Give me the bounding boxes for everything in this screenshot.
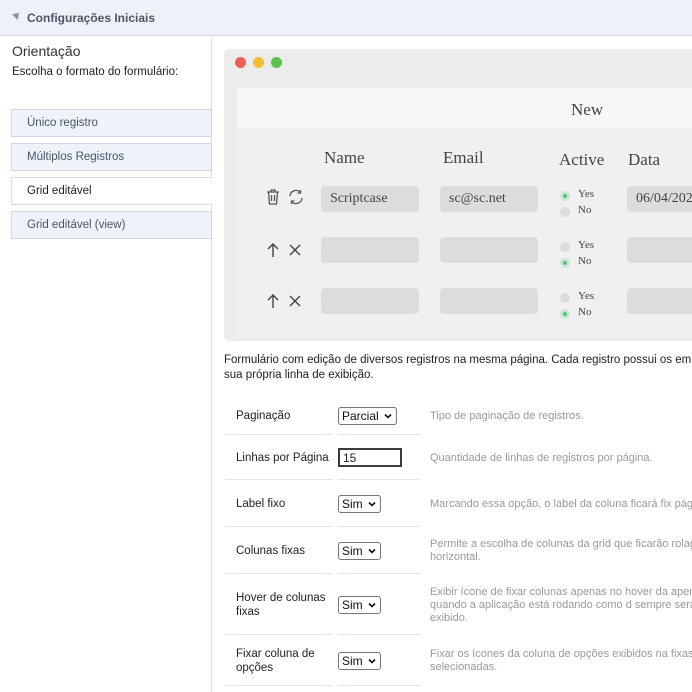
delete-x-icon[interactable] — [288, 294, 302, 308]
chevron-down-icon — [368, 658, 376, 664]
setting-row-label-fixo: Label fixo Sim Marcando essa opção, o la… — [225, 481, 692, 527]
orientation-heading: Orientação — [12, 43, 81, 59]
row3-email-field[interactable] — [440, 288, 538, 314]
option-unico-registro[interactable]: Único registro — [11, 109, 212, 137]
select-value: Sim — [342, 543, 363, 558]
paginacao-select[interactable]: Parcial — [338, 407, 397, 425]
row2-yes-radio[interactable] — [560, 242, 570, 252]
setting-label: Linhas por Página — [225, 436, 333, 480]
setting-control-cell: Sim — [338, 636, 420, 686]
col-header-name: Name — [324, 148, 365, 167]
col-header-data: Data — [628, 150, 661, 169]
col-header-active: Active — [559, 150, 605, 169]
setting-control-cell: Sim — [338, 528, 420, 574]
setting-help: Marcando essa opção, o label da coluna f… — [430, 497, 692, 510]
row2-no-label: No — [578, 255, 592, 267]
hover-colunas-fixas-select[interactable]: Sim — [338, 595, 381, 614]
setting-help: Fixar os ícones da coluna de opções exib… — [430, 648, 692, 673]
window-minimize-dot — [253, 57, 264, 68]
setting-label: Fixar coluna de opções — [225, 636, 333, 686]
setting-row-hover-colunas-fixas: Hover de colunas fixas Sim Exibir ícone … — [225, 575, 692, 635]
select-value: Sim — [342, 653, 363, 668]
setting-row-paginacao: Paginação Parcial Tipo de paginação de r… — [225, 398, 692, 435]
linhas-por-pagina-input[interactable]: 15 — [338, 448, 402, 467]
window-maximize-dot — [271, 57, 282, 68]
section-header[interactable]: Configurações Iniciais — [0, 0, 692, 36]
setting-control-cell: Parcial — [338, 398, 420, 435]
row1-date-field[interactable]: 06/04/202 — [627, 186, 692, 212]
window-close-dot — [235, 57, 246, 68]
select-value: Parcial — [342, 409, 379, 423]
delete-x-icon[interactable] — [288, 243, 302, 257]
orientation-sidebar: Orientação Escolha o formato do formulár… — [0, 37, 212, 692]
row1-no-label: No — [578, 204, 592, 216]
row3-no-label: No — [578, 306, 592, 318]
setting-label: Label fixo — [225, 481, 333, 527]
section-title: Configurações Iniciais — [27, 11, 156, 25]
setting-label: Colunas fixas — [225, 528, 333, 574]
orientation-subtitle: Escolha o formato do formulário: — [12, 66, 179, 78]
row1-yes-radio[interactable] — [560, 191, 570, 201]
chevron-down-icon — [368, 602, 376, 608]
fixar-coluna-opcoes-select[interactable]: Sim — [338, 651, 381, 670]
row3-date-field[interactable] — [627, 288, 692, 314]
row2-email-field[interactable] — [440, 237, 538, 263]
setting-help: Quantidade de linhas de registros por pá… — [430, 451, 653, 464]
move-up-arrow-icon[interactable] — [266, 242, 280, 258]
row1-name-field[interactable]: Scriptcase — [321, 186, 419, 212]
preview-title-bar: New — [237, 88, 692, 128]
setting-label: Hover de colunas fixas — [225, 575, 333, 635]
select-value: Sim — [342, 496, 363, 511]
move-up-arrow-icon[interactable] — [266, 293, 280, 309]
row3-no-radio[interactable] — [560, 309, 570, 319]
row2-date-field[interactable] — [627, 237, 692, 263]
row3-yes-label: Yes — [578, 290, 595, 302]
row2-name-field[interactable] — [321, 237, 419, 263]
setting-help: Permite a escolha de colunas da grid que… — [430, 538, 692, 563]
setting-help: Tipo de paginação de registros. — [430, 410, 584, 422]
refresh-icon — [289, 189, 303, 205]
setting-row-fixar-coluna-opcoes: Fixar coluna de opções Sim Fixar os ícon… — [225, 636, 692, 686]
row1-email-field[interactable]: sc@sc.net — [440, 186, 538, 212]
row3-yes-radio[interactable] — [560, 293, 570, 303]
col-header-email: Email — [443, 148, 484, 167]
option-grid-editavel[interactable]: Grid editável — [11, 177, 212, 205]
trash-icon — [267, 189, 279, 205]
preview-window: New Name Email Active Data Scriptcase sc… — [224, 49, 692, 341]
setting-control-cell: Sim — [338, 481, 420, 527]
setting-row-colunas-fixas: Colunas fixas Sim Permite a escolha de c… — [225, 528, 692, 574]
option-multiplos-registros[interactable]: Múltiplos Registros — [11, 143, 212, 171]
setting-label: Paginação — [225, 398, 333, 435]
chevron-down-icon — [384, 413, 392, 419]
main-panel: New Name Email Active Data Scriptcase sc… — [213, 37, 692, 692]
preview-grid: Name Email Active Data Scriptcase sc@sc.n… — [237, 128, 692, 338]
setting-control-cell: Sim — [338, 575, 420, 635]
orientation-description: Formulário com edição de diversos regist… — [224, 354, 692, 381]
row1-no-radio[interactable] — [560, 207, 570, 217]
select-value: Sim — [342, 597, 363, 612]
row3-name-field[interactable] — [321, 288, 419, 314]
collapse-triangle-icon[interactable] — [12, 10, 22, 20]
setting-row-linhas-por-pagina: Linhas por Página 15 Quantidade de linha… — [225, 436, 692, 480]
chevron-down-icon — [368, 501, 376, 507]
colunas-fixas-select[interactable]: Sim — [338, 541, 381, 560]
preview-title: New — [571, 100, 604, 119]
row2-yes-label: Yes — [578, 239, 595, 251]
option-grid-editavel-view[interactable]: Grid editável (view) — [11, 211, 212, 239]
chevron-down-icon — [368, 548, 376, 554]
row1-yes-label: Yes — [578, 188, 595, 200]
setting-control-cell: 15 — [338, 436, 420, 480]
row2-no-radio[interactable] — [560, 258, 570, 268]
label-fixo-select[interactable]: Sim — [338, 494, 381, 513]
setting-help: Exibir ícone de fixar colunas apenas no … — [430, 585, 692, 624]
